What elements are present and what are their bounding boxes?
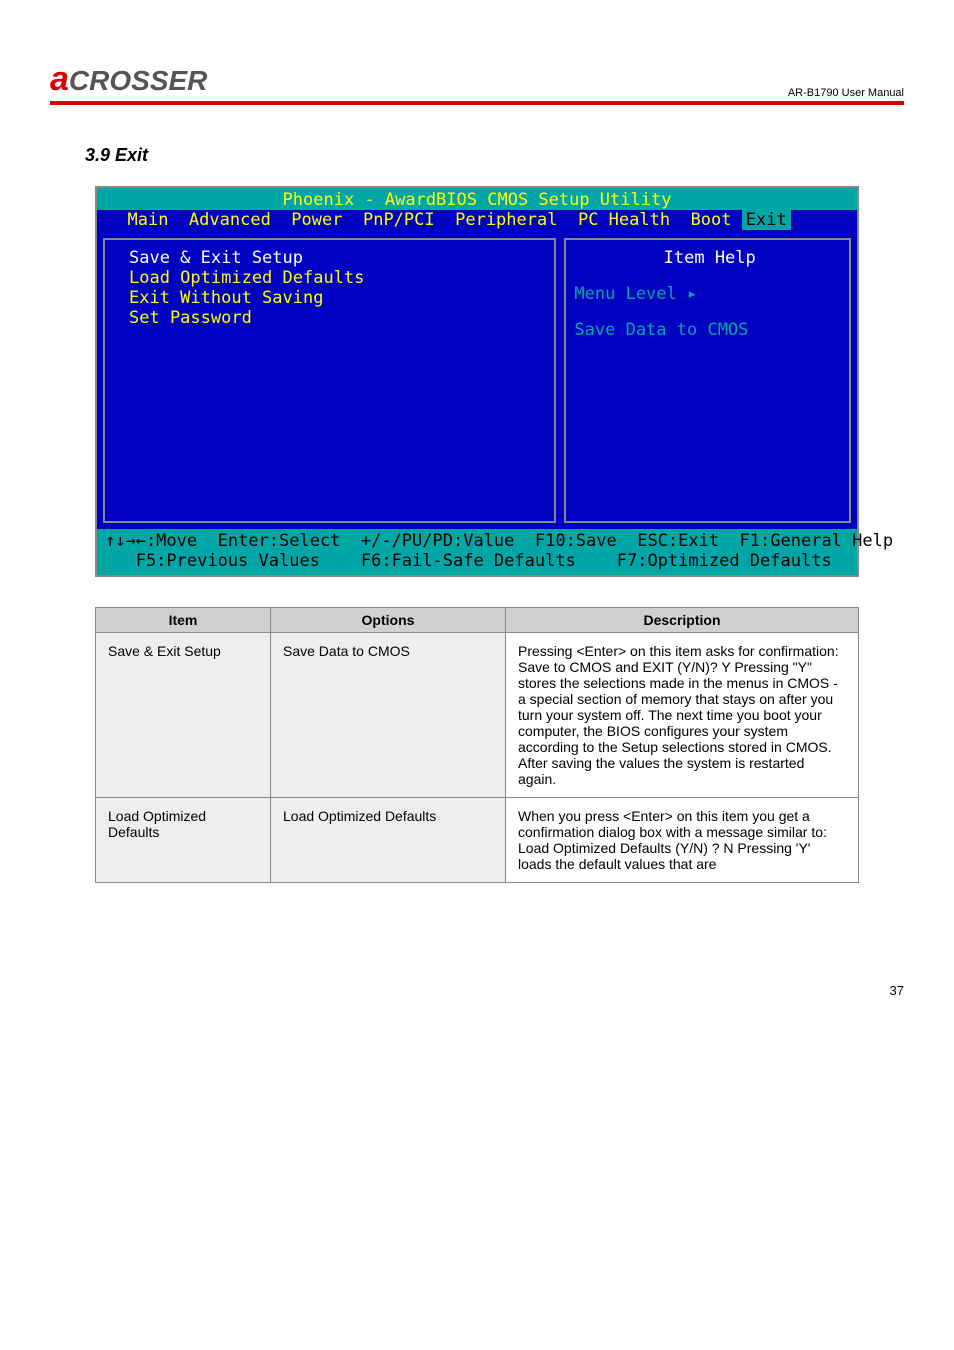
bios-help-panel: Item Help Menu Level ▸ Save Data to CMOS [564, 238, 851, 523]
table-cell-options: Save Data to CMOS [271, 633, 506, 798]
section-title: 3.9 Exit [85, 145, 904, 166]
bios-screenshot: Phoenix - AwardBIOS CMOS Setup Utility M… [95, 186, 859, 577]
bios-menu-item: Exit Without Saving [129, 288, 548, 308]
table-row: Save & Exit Setup Save Data to CMOS Pres… [96, 633, 859, 798]
page-number: 37 [0, 983, 954, 998]
doc-title: AR-B1790 User Manual [788, 87, 904, 99]
bios-help-text: Save Data to CMOS [574, 320, 845, 340]
bios-menu-item: Save & Exit Setup [129, 248, 548, 268]
bios-tab-exit: Exit [742, 210, 791, 230]
table-header: Description [506, 608, 859, 633]
bios-title: Phoenix - AwardBIOS CMOS Setup Utility [97, 188, 857, 210]
table-header: Options [271, 608, 506, 633]
table-header-row: Item Options Description [96, 608, 859, 633]
table-cell-desc: Pressing <Enter> on this item asks for c… [506, 633, 859, 798]
table-row: Load Optimized Defaults Load Optimized D… [96, 798, 859, 883]
bios-footer: ↑↓→←:Move Enter:Select +/-/PU/PD:Value F… [97, 529, 857, 575]
bios-tabs: Main Advanced Power PnP/PCI Peripheral P… [97, 210, 857, 232]
options-table: Item Options Description Save & Exit Set… [95, 607, 859, 883]
table-header: Item [96, 608, 271, 633]
table-cell-options: Load Optimized Defaults [271, 798, 506, 883]
table-cell-item: Save & Exit Setup [96, 633, 271, 798]
bios-menu-panel: Save & Exit Setup Load Optimized Default… [103, 238, 556, 523]
header-row: aCROSSER AR-B1790 User Manual [50, 60, 904, 105]
table-cell-item: Load Optimized Defaults [96, 798, 271, 883]
bios-help-title: Item Help [574, 248, 845, 268]
logo: aCROSSER [50, 60, 207, 99]
bios-menu-item: Load Optimized Defaults [129, 268, 548, 288]
table-cell-desc: When you press <Enter> on this item you … [506, 798, 859, 883]
bios-menu-item: Set Password [129, 308, 548, 328]
bios-menu-level: Menu Level ▸ [574, 284, 845, 304]
